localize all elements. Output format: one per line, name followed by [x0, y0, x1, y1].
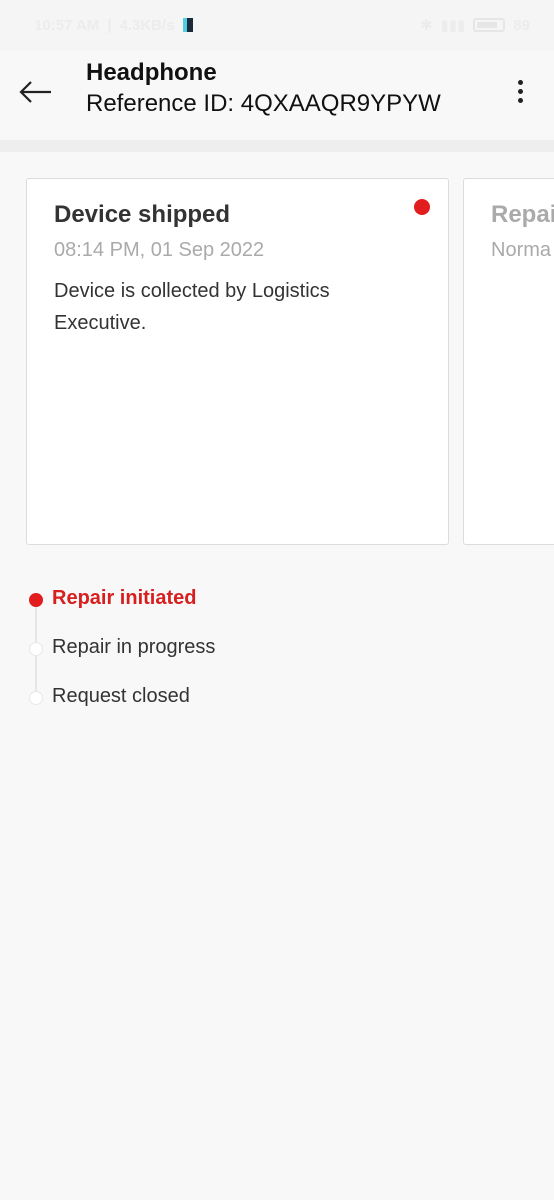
signal-icon: ▮▮▮	[440, 17, 466, 34]
step-label: Repair initiated	[52, 587, 197, 609]
battery-icon	[473, 18, 506, 32]
more-options-button[interactable]	[506, 76, 534, 106]
card-date: Norma	[491, 239, 552, 261]
timeline-step: Request closed	[0, 681, 554, 711]
card-date: 08:14 PM, 01 Sep 2022	[54, 239, 265, 261]
more-vert-icon-dot	[517, 88, 523, 94]
repair-timeline: Repair initiated Repair in progress Requ…	[0, 580, 554, 720]
step-dot-icon	[29, 691, 43, 705]
app-header: Headphone Reference ID: 4QXAAQR9YPYW	[0, 50, 554, 140]
battery-level: 89	[513, 16, 530, 34]
timeline-step: Repair in progress	[0, 632, 554, 662]
step-label: Request closed	[52, 685, 190, 707]
more-vert-icon-dot	[517, 97, 523, 103]
app-notification-icon	[182, 18, 193, 32]
status-dot-icon	[414, 199, 430, 215]
status-cards-carousel[interactable]: Device shipped 08:14 PM, 01 Sep 2022 Dev…	[0, 178, 554, 546]
card-title: Repai	[491, 201, 554, 228]
status-time: 10:57 AM	[34, 16, 100, 34]
card-title: Device shipped	[54, 201, 231, 228]
status-card[interactable]: Device shipped 08:14 PM, 01 Sep 2022 Dev…	[26, 178, 449, 545]
back-button[interactable]	[14, 72, 58, 112]
step-dot-icon	[29, 593, 43, 607]
header-titles: Headphone Reference ID: 4QXAAQR9YPYW	[86, 58, 441, 120]
status-separator: |	[107, 16, 112, 34]
reference-id: Reference ID: 4QXAAQR9YPYW	[86, 90, 441, 117]
step-label: Repair in progress	[52, 636, 216, 658]
status-bar: 10:57 AM | 4.3KB/s ✱ ▮▮▮ 89	[0, 0, 554, 50]
header-divider	[0, 140, 554, 152]
back-arrow-icon	[19, 81, 51, 103]
page-title: Headphone	[86, 59, 217, 86]
card-description: Device is collected by Logistics Executi…	[54, 280, 330, 334]
status-card[interactable]: Repai Norma	[463, 178, 554, 545]
step-dot-icon	[29, 642, 43, 656]
bluetooth-icon: ✱	[419, 17, 433, 34]
more-vert-icon	[517, 79, 523, 85]
status-network-speed: 4.3KB/s	[119, 16, 175, 34]
timeline-step: Repair initiated	[0, 583, 554, 613]
status-right: ✱ ▮▮▮ 89	[419, 16, 530, 35]
status-left: 10:57 AM | 4.3KB/s	[34, 17, 193, 34]
